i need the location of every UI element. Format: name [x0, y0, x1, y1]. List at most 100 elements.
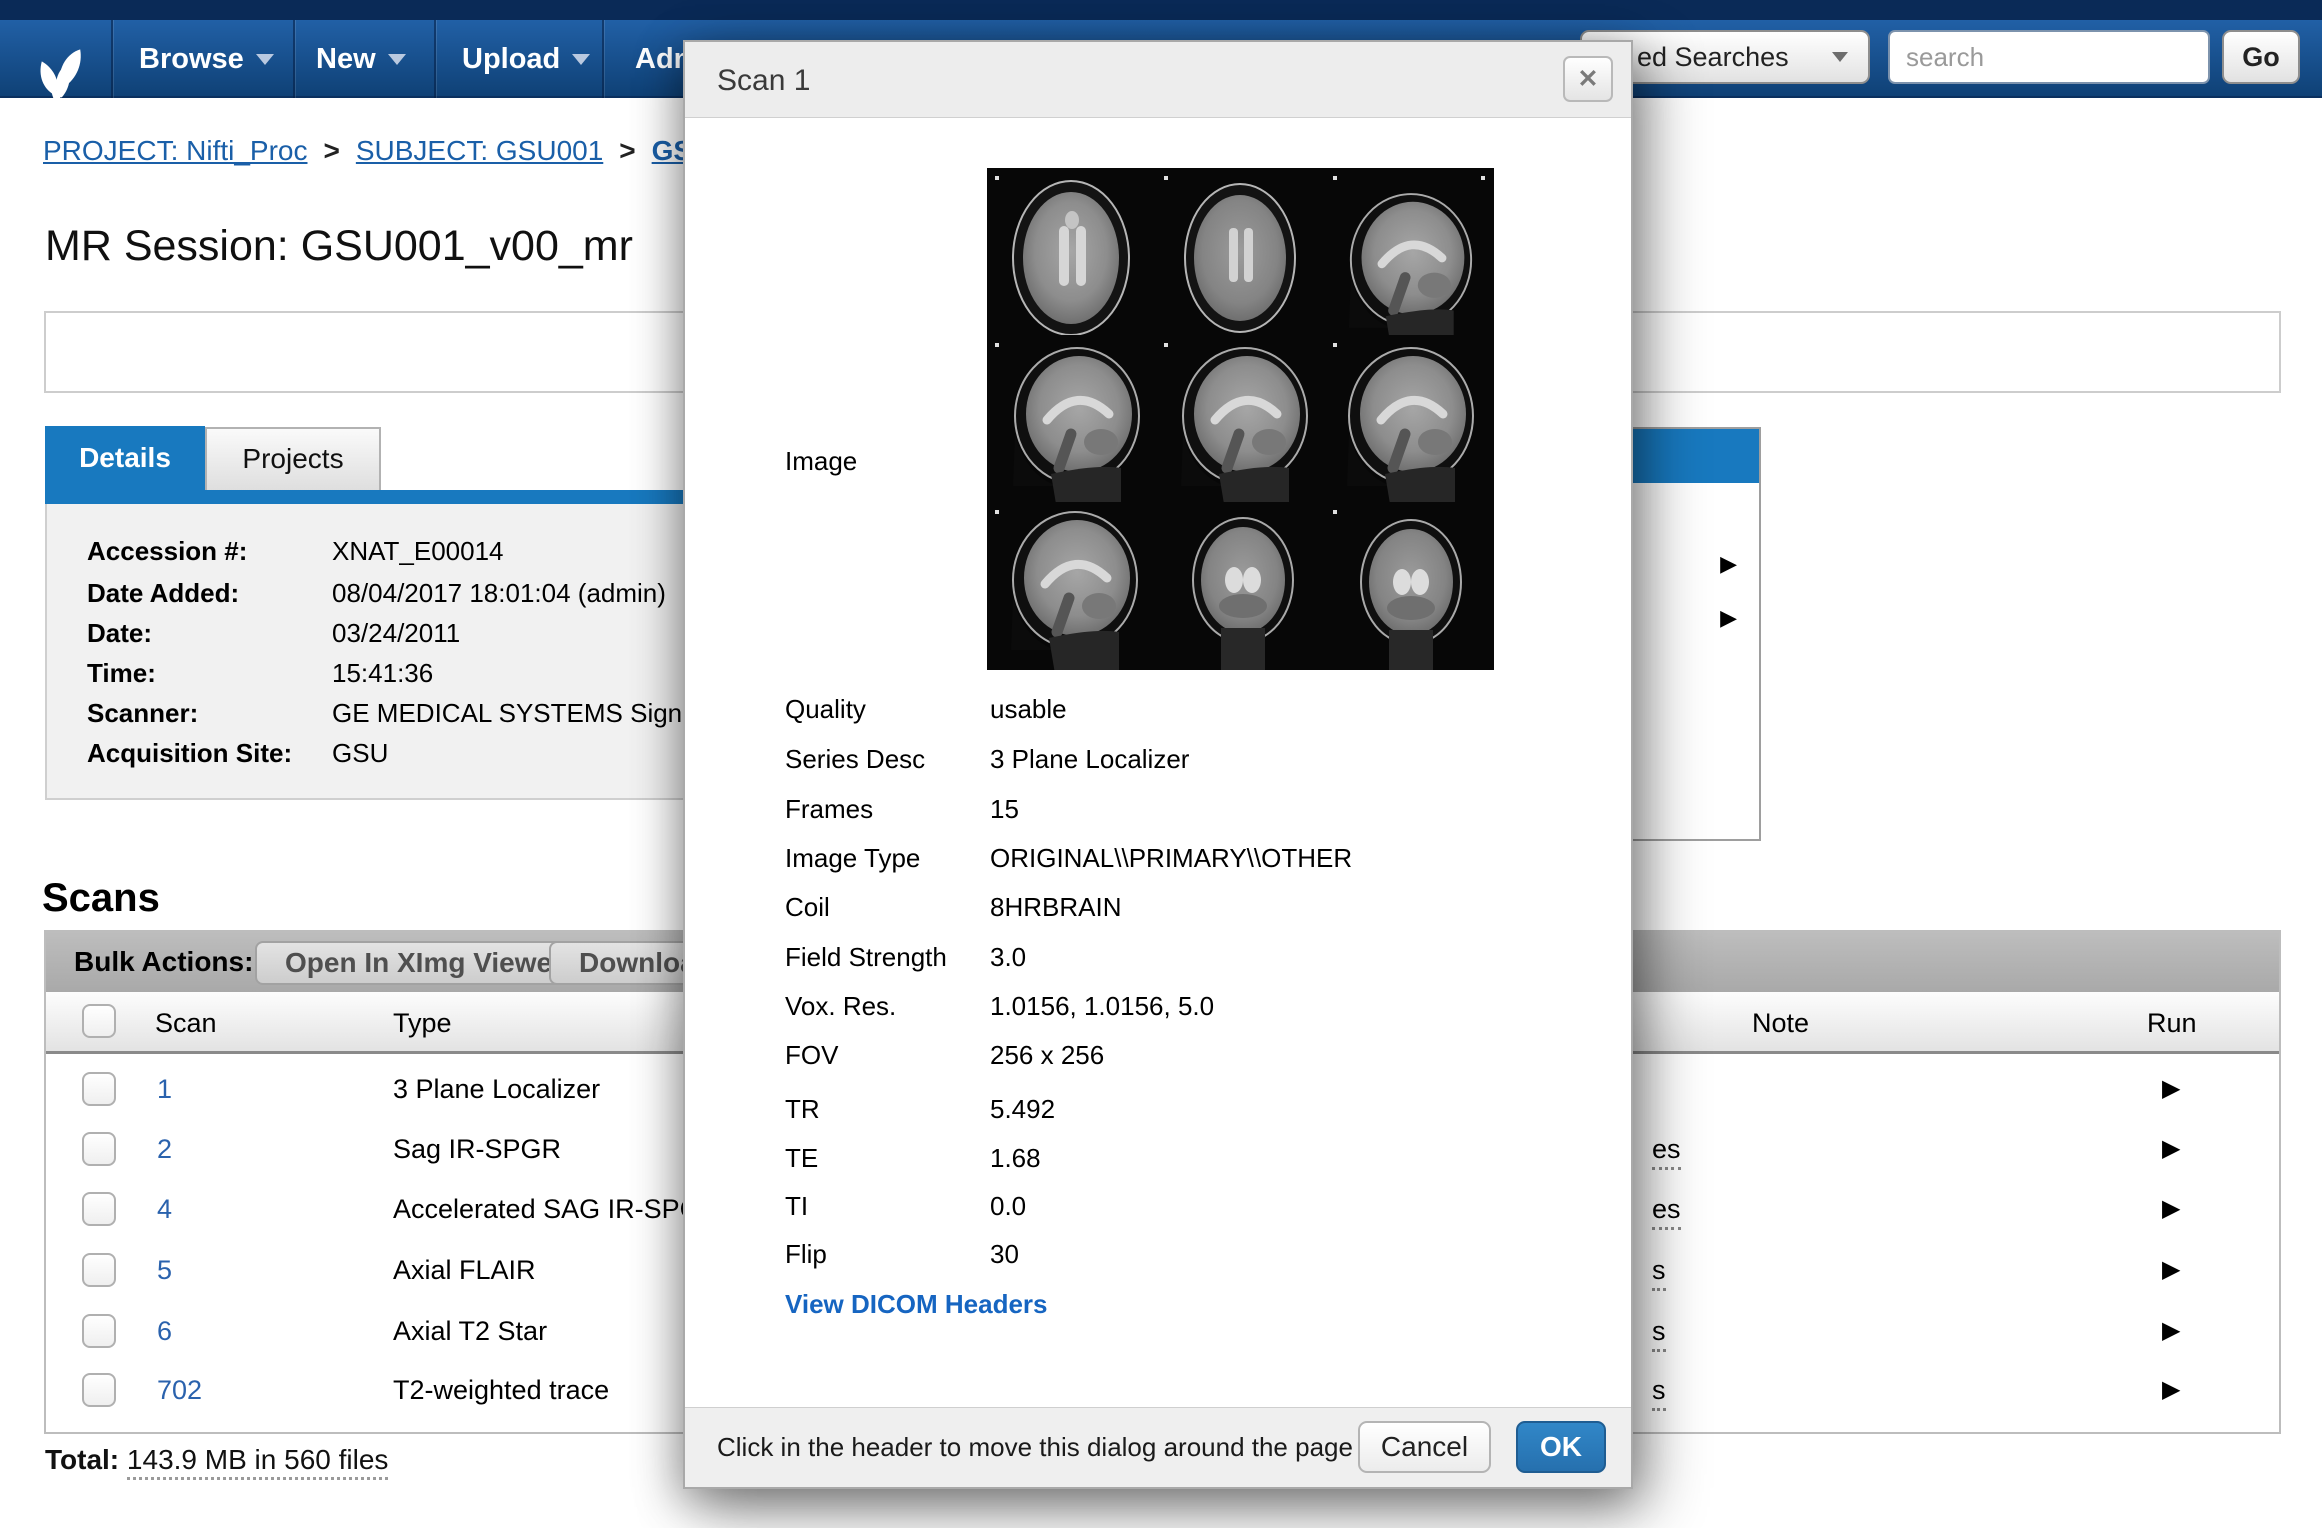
dialog-title: Scan 1 [717, 64, 810, 98]
dialog-footer: Click in the header to move this dialog … [685, 1407, 1631, 1487]
field-value: 3.0 [990, 942, 1026, 974]
nav-top-strip [0, 0, 2322, 20]
detail-label: Acquisition Site: [87, 738, 332, 770]
ok-button[interactable]: OK [1516, 1421, 1606, 1473]
tab-projects[interactable]: Projects [205, 427, 381, 491]
field-row: Frames 15 [785, 794, 1019, 826]
field-row: Image Type ORIGINAL\\PRIMARY\\OTHER [785, 843, 1352, 875]
breadcrumb-separator: > [619, 135, 635, 167]
scan-type: Axial T2 Star [393, 1316, 547, 1347]
go-button-label: Go [2242, 42, 2280, 73]
scan-id-link[interactable]: 6 [157, 1316, 172, 1347]
scan-id-link[interactable]: 1 [157, 1074, 172, 1105]
go-button[interactable]: Go [2222, 30, 2300, 84]
xnat-mr-session-page: Browse New Upload Adm ed Searches Go PRO… [0, 0, 2322, 1528]
nav-item-label: Browse [139, 43, 244, 76]
expand-arrow-icon[interactable]: ▶ [1720, 605, 1737, 631]
scans-heading: Scans [42, 876, 160, 921]
scan-id-link[interactable]: 4 [157, 1194, 172, 1225]
open-in-ximg-viewer-button[interactable]: Open In XImg Viewer [255, 941, 593, 985]
field-row: TE 1.68 [785, 1143, 1041, 1175]
files-link-fragment[interactable]: s [1652, 1316, 1666, 1352]
detail-row: Date: 03/24/2011 [87, 618, 460, 650]
field-row: Coil 8HRBRAIN [785, 892, 1121, 924]
field-value: 5.492 [990, 1094, 1055, 1126]
run-arrow-icon[interactable]: ▶ [2162, 1316, 2180, 1345]
tab-details[interactable]: Details [45, 426, 205, 492]
files-link-fragment[interactable]: s [1652, 1255, 1666, 1291]
detail-value: 03/24/2011 [332, 618, 460, 650]
scan-id-link[interactable]: 5 [157, 1255, 172, 1286]
nav-item-label: New [316, 43, 376, 76]
image-field-label: Image [785, 446, 857, 477]
scan-type: Axial FLAIR [393, 1255, 536, 1286]
files-link-fragment[interactable]: s [1652, 1375, 1666, 1411]
close-icon[interactable]: ✕ [1563, 56, 1613, 102]
expand-arrow-icon[interactable]: ▶ [1720, 551, 1737, 577]
files-link-fragment[interactable]: es [1652, 1134, 1681, 1170]
field-label: Field Strength [785, 942, 990, 974]
run-arrow-icon[interactable]: ▶ [2162, 1375, 2180, 1404]
field-row: Quality usable [785, 694, 1067, 726]
field-row: Vox. Res. 1.0156, 1.0156, 5.0 [785, 991, 1214, 1023]
run-arrow-icon[interactable]: ▶ [2162, 1255, 2180, 1284]
row-checkbox[interactable] [82, 1253, 116, 1287]
scan-id-link[interactable]: 2 [157, 1134, 172, 1165]
field-label: Quality [785, 694, 990, 726]
button-label: Open In XImg Viewer [285, 947, 563, 979]
run-arrow-icon[interactable]: ▶ [2162, 1074, 2180, 1103]
run-arrow-icon[interactable]: ▶ [2162, 1134, 2180, 1163]
field-row: Series Desc 3 Plane Localizer [785, 744, 1189, 776]
xnat-logo-icon[interactable] [33, 47, 89, 111]
field-label: Vox. Res. [785, 991, 990, 1023]
field-label: Flip [785, 1239, 990, 1271]
field-value: 0.0 [990, 1191, 1026, 1223]
field-value: 3 Plane Localizer [990, 744, 1189, 776]
field-value: 15 [990, 794, 1019, 826]
chevron-down-icon [388, 54, 406, 65]
nav-divider [293, 20, 295, 98]
field-value: 256 x 256 [990, 1040, 1104, 1072]
detail-label: Date: [87, 618, 332, 650]
select-all-checkbox[interactable] [82, 1004, 116, 1038]
detail-row: Acquisition Site: GSU [87, 738, 388, 770]
scan-id-link[interactable]: 702 [157, 1375, 202, 1406]
detail-value: 15:41:36 [332, 658, 433, 690]
total-summary: Total: 143.9 MB in 560 files [45, 1444, 388, 1476]
scan-dialog: Scan 1 ✕ Image [683, 40, 1633, 1489]
files-link-fragment[interactable]: es [1652, 1194, 1681, 1230]
detail-label: Accession #: [87, 536, 332, 568]
page-title: MR Session: GSU001_v00_mr [45, 222, 633, 271]
field-value: 30 [990, 1239, 1019, 1271]
field-label: FOV [785, 1040, 990, 1072]
field-row: FOV 256 x 256 [785, 1040, 1104, 1072]
dialog-header[interactable]: Scan 1 ✕ [685, 42, 1631, 118]
row-checkbox[interactable] [82, 1072, 116, 1106]
row-checkbox[interactable] [82, 1132, 116, 1166]
field-row: Field Strength 3.0 [785, 942, 1026, 974]
nav-item-new[interactable]: New [316, 20, 406, 98]
field-value: 1.68 [990, 1143, 1041, 1175]
detail-row: Accession #: XNAT_E00014 [87, 536, 504, 568]
detail-value: GSU [332, 738, 388, 770]
nav-item-browse[interactable]: Browse [139, 20, 274, 98]
field-row: TR 5.492 [785, 1094, 1055, 1126]
view-dicom-headers-link[interactable]: View DICOM Headers [785, 1289, 1048, 1320]
search-input[interactable] [1888, 30, 2210, 84]
row-checkbox[interactable] [82, 1373, 116, 1407]
cancel-button[interactable]: Cancel [1358, 1421, 1491, 1473]
total-label: Total: [45, 1444, 119, 1475]
column-header-type: Type [393, 1008, 452, 1039]
nav-item-upload[interactable]: Upload [462, 20, 590, 98]
row-checkbox[interactable] [82, 1314, 116, 1348]
breadcrumb-subject-link[interactable]: SUBJECT: GSU001 [356, 135, 603, 167]
field-value: 8HRBRAIN [990, 892, 1121, 924]
column-header-scan: Scan [155, 1008, 217, 1039]
dialog-body: Image [685, 118, 1631, 1411]
row-checkbox[interactable] [82, 1192, 116, 1226]
scan-type: T2-weighted trace [393, 1375, 609, 1406]
breadcrumb-project-link[interactable]: PROJECT: Nifti_Proc [43, 135, 308, 167]
scan-montage-image[interactable] [987, 168, 1494, 670]
total-value[interactable]: 143.9 MB in 560 files [127, 1444, 389, 1480]
run-arrow-icon[interactable]: ▶ [2162, 1194, 2180, 1223]
